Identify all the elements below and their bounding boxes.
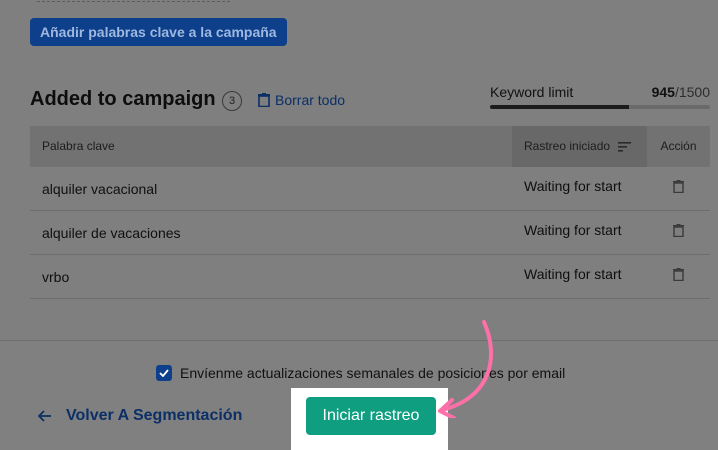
table-row: alquiler vacacional Waiting for start	[30, 167, 710, 211]
pointer-arrow	[438, 320, 493, 418]
section-title: Added to campaign	[30, 88, 216, 110]
add-keywords-button[interactable]: Añadir palabras clave a la campaña	[30, 18, 287, 46]
clear-all-button[interactable]: Borrar todo	[258, 92, 345, 108]
keyword-limit-used: 945	[651, 84, 675, 100]
keyword-cell: vrbo	[42, 268, 70, 285]
weekly-updates-label: Envíenme actualizaciones semanales de po…	[180, 365, 566, 381]
back-to-targeting-link[interactable]: Volver A Segmentación	[38, 407, 242, 425]
trash-icon	[673, 268, 684, 281]
keyword-cell: alquiler de vacaciones	[42, 224, 181, 241]
delete-row-button[interactable]	[647, 224, 710, 237]
status-cell: Waiting for start	[524, 221, 622, 238]
header-status[interactable]: Rastreo iniciado	[512, 126, 647, 167]
keywords-table: Palabra clave Rastreo iniciado Acción al…	[30, 126, 710, 299]
dashed-divider	[37, 0, 230, 2]
status-cell: Waiting for start	[524, 265, 622, 282]
sort-icon[interactable]	[618, 141, 632, 152]
checkmark-icon	[159, 369, 169, 377]
header-action: Acción	[660, 139, 697, 153]
header-keyword: Palabra clave	[42, 139, 115, 153]
trash-icon	[673, 224, 684, 237]
trash-icon	[258, 93, 270, 107]
weekly-updates-checkbox[interactable]	[156, 365, 172, 381]
keyword-limit-label: Keyword limit	[490, 84, 574, 100]
keyword-limit-total: /1500	[674, 84, 710, 100]
campaign-panel: Añadir palabras clave a la campaña Added…	[0, 0, 718, 340]
delete-row-button[interactable]	[647, 180, 710, 193]
delete-row-button[interactable]	[647, 268, 710, 281]
clear-all-label: Borrar todo	[275, 92, 346, 108]
trash-icon	[673, 180, 684, 193]
start-tracking-button[interactable]: Iniciar rastreo	[306, 397, 436, 435]
back-link-label: Volver A Segmentación	[66, 407, 243, 424]
keyword-count-badge: 3	[222, 91, 242, 111]
status-cell: Waiting for start	[524, 177, 622, 194]
weekly-updates-option[interactable]: Envíenme actualizaciones semanales de po…	[156, 365, 565, 381]
keyword-limit-fill	[490, 105, 629, 109]
footer-bar: Envíenme actualizaciones semanales de po…	[0, 340, 718, 450]
table-row: alquiler de vacaciones Waiting for start	[30, 211, 710, 255]
arrow-left-icon	[38, 410, 51, 422]
table-header: Palabra clave Rastreo iniciado Acción	[30, 126, 710, 167]
keyword-cell: alquiler vacacional	[42, 180, 158, 197]
table-row: vrbo Waiting for start	[30, 255, 710, 299]
header-status-label: Rastreo iniciado	[524, 139, 611, 153]
keyword-limit-bar	[490, 105, 710, 109]
keyword-limit-value: 945/1500	[652, 84, 710, 100]
